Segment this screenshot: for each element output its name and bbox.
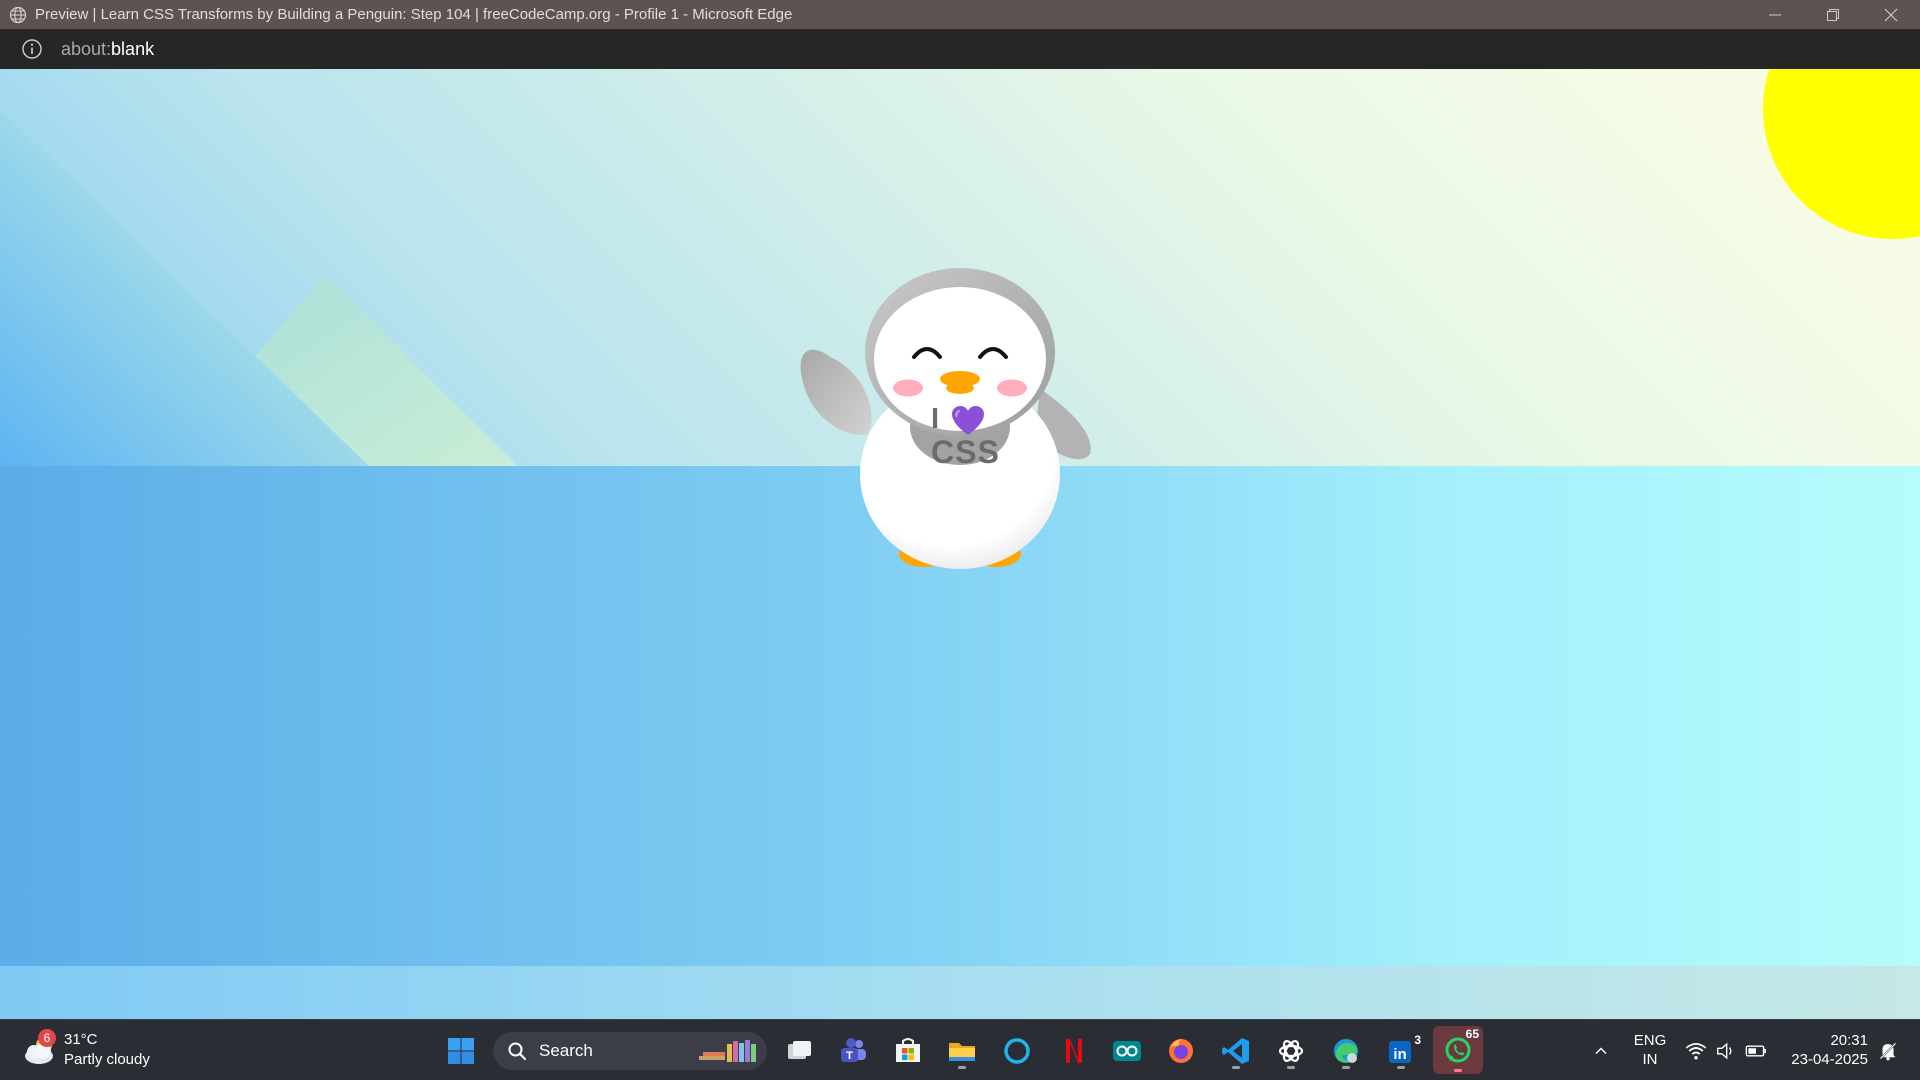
clock-time: 20:31 (1830, 1032, 1868, 1049)
teams-icon: T (841, 1038, 866, 1062)
minimize-button[interactable] (1747, 0, 1803, 29)
running-indicator (958, 1066, 966, 1069)
address-bar[interactable]: about:blank (0, 29, 1920, 69)
weather-badge: 6 (38, 1029, 56, 1047)
linkedin-icon: in (1389, 1041, 1411, 1063)
language-line1: ENG (1633, 1032, 1667, 1049)
windows-start-icon (448, 1038, 474, 1064)
shirt-text-css: CSS (931, 434, 1000, 470)
url-text[interactable]: about:blank (61, 39, 154, 60)
chatgpt-button[interactable] (1271, 1031, 1311, 1071)
linkedin-button[interactable]: in 3 (1381, 1031, 1421, 1071)
wifi-icon (1685, 1042, 1707, 1060)
task-view-button[interactable] (779, 1031, 819, 1071)
edge-button[interactable] (1326, 1031, 1366, 1071)
volume-button[interactable] (1711, 1031, 1741, 1071)
notifications-button[interactable] (1873, 1031, 1903, 1071)
search-placeholder: Search (539, 1041, 593, 1060)
url-path: blank (111, 38, 155, 59)
url-scheme: about: (61, 38, 112, 59)
penguin-left-arm (800, 349, 872, 435)
weather-condition: Partly cloudy (64, 1051, 150, 1068)
netflix-button[interactable] (1052, 1031, 1092, 1071)
vscode-button[interactable] (1216, 1031, 1256, 1071)
running-indicator (1232, 1066, 1240, 1069)
cortana-icon (1004, 1038, 1030, 1064)
page-viewport: I CSS (0, 69, 1920, 1019)
restore-button[interactable] (1805, 0, 1861, 29)
battery-button[interactable] (1741, 1031, 1771, 1071)
notification-bell-icon (1879, 1042, 1897, 1061)
edge-icon (1334, 1039, 1358, 1063)
running-indicator (1287, 1066, 1295, 1069)
minimize-icon (1769, 14, 1781, 15)
clock[interactable]: 20:31 23-04-2025 (1784, 1031, 1868, 1069)
language-indicator[interactable]: ENG IN (1630, 1031, 1670, 1069)
vscode-icon (1222, 1038, 1249, 1064)
penguin-left-cheek (893, 379, 923, 397)
penguin-right-cheek (997, 379, 1027, 397)
penguin-beak-bottom (946, 382, 974, 394)
restore-icon (1827, 8, 1839, 21)
language-line2: IN (1642, 1051, 1658, 1068)
shirt-text-i: I (931, 403, 940, 435)
running-indicator (1342, 1066, 1350, 1069)
svg-text:T: T (846, 1050, 853, 1062)
taskbar: 6 31°C Partly cloudy Search T in 3 65 EN… (0, 1019, 1920, 1080)
info-icon[interactable] (21, 38, 43, 60)
weather-widget[interactable]: 6 31°C Partly cloudy (22, 1027, 150, 1073)
purple-heart-icon (952, 406, 984, 435)
weather-text: 31°C Partly cloudy (64, 1030, 150, 1070)
chatgpt-icon (1278, 1040, 1304, 1062)
show-hidden-icons-button[interactable] (1581, 1031, 1621, 1071)
whatsapp-badge: 65 (1465, 1027, 1479, 1041)
chevron-up-icon (1595, 1047, 1607, 1054)
task-view-icon (788, 1041, 811, 1059)
arduino-button[interactable] (1107, 1031, 1147, 1071)
teams-button[interactable]: T (833, 1031, 873, 1071)
running-indicator (1454, 1069, 1462, 1072)
window-titlebar: Preview | Learn CSS Transforms by Buildi… (0, 0, 1920, 29)
running-indicator (1397, 1066, 1405, 1069)
clock-date: 23-04-2025 (1791, 1051, 1868, 1068)
whatsapp-button[interactable]: 65 (1433, 1026, 1483, 1074)
ground-bottom (0, 966, 1920, 1019)
linkedin-badge: 3 (1414, 1033, 1421, 1047)
search-icon (508, 1042, 527, 1061)
globe-icon (9, 6, 27, 23)
firefox-icon (1169, 1039, 1193, 1063)
wifi-button[interactable] (1681, 1031, 1711, 1071)
cortana-button[interactable] (997, 1031, 1037, 1071)
close-icon (1884, 8, 1898, 21)
weather-temperature: 31°C (64, 1031, 98, 1048)
window-title: Preview | Learn CSS Transforms by Buildi… (35, 6, 793, 23)
taskbar-search[interactable]: Search (493, 1032, 767, 1070)
store-button[interactable] (888, 1031, 928, 1071)
netflix-icon (1066, 1039, 1082, 1063)
store-icon (896, 1038, 920, 1062)
close-button[interactable] (1863, 0, 1919, 29)
arduino-icon (1113, 1041, 1141, 1061)
file-explorer-button[interactable] (942, 1031, 982, 1071)
folder-icon (949, 1043, 975, 1061)
svg-text:in: in (1393, 1046, 1406, 1063)
books-icon (699, 1040, 756, 1062)
partly-cloudy-icon: 6 (22, 1029, 60, 1068)
volume-icon (1717, 1042, 1732, 1060)
firefox-button[interactable] (1161, 1031, 1201, 1071)
start-button[interactable] (441, 1031, 481, 1071)
battery-icon (1745, 1045, 1766, 1057)
